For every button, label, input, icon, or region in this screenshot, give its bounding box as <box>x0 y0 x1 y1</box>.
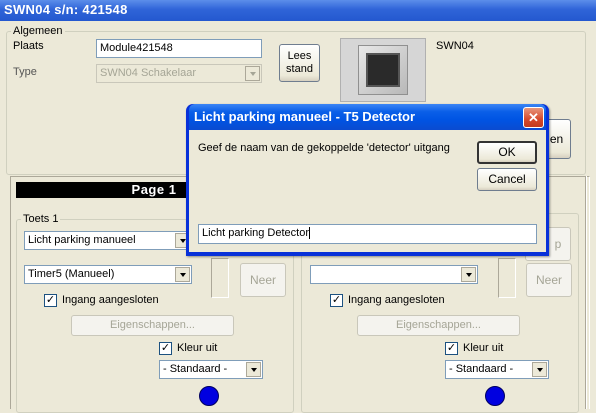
toets2-timer-select[interactable] <box>310 265 478 284</box>
toets2-ingang-label: Ingang aangesloten <box>348 294 445 306</box>
switch-plate-icon <box>358 45 408 95</box>
lees-stand-button[interactable]: Lees stand <box>279 44 320 82</box>
checkmark-icon: ✓ <box>45 294 56 306</box>
toets1-neer-button[interactable]: Neer <box>240 263 286 297</box>
toets2-kleur-value: - Standaard - <box>449 363 514 375</box>
toets1-neer-label: Neer <box>249 272 276 287</box>
toets1-kleur-select[interactable]: - Standaard - <box>159 360 263 379</box>
toets1-slider-track[interactable] <box>211 258 229 298</box>
window-title: SWN04 s/n: 421548 <box>4 2 128 17</box>
chevron-down-icon <box>461 267 476 282</box>
close-icon: ✕ <box>528 109 539 125</box>
checkmark-icon: ✓ <box>331 294 342 306</box>
switch-key-icon <box>366 53 400 87</box>
toets2-kleur-checkbox[interactable]: ✓ <box>445 342 458 355</box>
chevron-down-icon <box>245 66 260 81</box>
toets1-name-select[interactable]: Licht parking manueel <box>24 231 192 250</box>
chevron-down-icon <box>532 362 547 377</box>
plaats-input[interactable]: Module421548 <box>96 39 262 58</box>
toets1-ingang-label: Ingang aangesloten <box>62 294 159 306</box>
toets2-neer-button[interactable]: Neer <box>526 263 572 297</box>
algemeen-legend: Algemeen <box>13 25 63 37</box>
right-edge-divider <box>585 176 587 409</box>
dialog-title: Licht parking manueel - T5 Detector <box>194 109 416 124</box>
toets1-name-value: Licht parking manueel <box>28 234 136 246</box>
toets1-eigenschappen-label: Eigenschappen... <box>109 319 195 331</box>
type-select-value: SWN04 Schakelaar <box>100 67 196 79</box>
toets2-kleur-label: Kleur uit <box>463 342 504 354</box>
cancel-label: Cancel <box>488 172 526 186</box>
toets1-legend: Toets 1 <box>23 213 59 225</box>
ok-label: OK <box>498 145 516 159</box>
dialog-body: Geef de naam van de gekoppelde 'detector… <box>189 130 546 252</box>
dialog-title-bar[interactable]: Licht parking manueel - T5 Detector ✕ <box>189 104 546 130</box>
toets2-led-indicator <box>485 386 505 406</box>
type-select[interactable]: SWN04 Schakelaar <box>96 64 262 83</box>
toets1-timer-select[interactable]: Timer5 (Manueel) <box>24 265 192 284</box>
toets2-kleur-select[interactable]: - Standaard - <box>445 360 549 379</box>
toets2-op-label: p <box>554 236 562 251</box>
chevron-down-icon <box>246 362 261 377</box>
toets2-eigenschappen-button[interactable]: Eigenschappen... <box>357 315 520 336</box>
type-label: Type <box>13 66 37 78</box>
close-button[interactable]: ✕ <box>523 107 544 128</box>
checkmark-icon: ✓ <box>446 342 457 354</box>
partial-button-label: en <box>549 131 564 146</box>
detector-name-input[interactable]: Licht parking Detector <box>198 224 537 244</box>
window-title-bar[interactable]: SWN04 s/n: 421548 <box>0 0 596 21</box>
toets1-kleur-value: - Standaard - <box>163 363 228 375</box>
text-cursor <box>309 227 310 240</box>
toets1-eigenschappen-button[interactable]: Eigenschappen... <box>71 315 234 336</box>
detector-name-value: Licht parking Detector <box>202 227 309 239</box>
chevron-down-icon <box>175 267 190 282</box>
toets1-led-indicator <box>199 386 219 406</box>
toets2-eigenschappen-label: Eigenschappen... <box>395 319 481 331</box>
toets2-neer-label: Neer <box>535 272 562 287</box>
checkmark-icon: ✓ <box>160 342 171 354</box>
device-image <box>340 38 426 102</box>
ok-button[interactable]: OK <box>477 141 537 164</box>
detector-dialog: Licht parking manueel - T5 Detector ✕ Ge… <box>186 104 549 256</box>
dialog-prompt: Geef de naam van de gekoppelde 'detector… <box>198 142 450 154</box>
toets1-kleur-checkbox[interactable]: ✓ <box>159 342 172 355</box>
toets1-ingang-checkbox[interactable]: ✓ <box>44 294 57 307</box>
toets1-timer-value: Timer5 (Manueel) <box>28 268 115 280</box>
device-caption: SWN04 <box>436 40 474 52</box>
toets2-ingang-checkbox[interactable]: ✓ <box>330 294 343 307</box>
toets2-slider-track[interactable] <box>498 258 516 298</box>
plaats-label: Plaats <box>13 40 44 52</box>
toets1-kleur-label: Kleur uit <box>177 342 218 354</box>
cancel-button[interactable]: Cancel <box>477 168 537 191</box>
lees-stand-label: Lees stand <box>286 50 313 75</box>
